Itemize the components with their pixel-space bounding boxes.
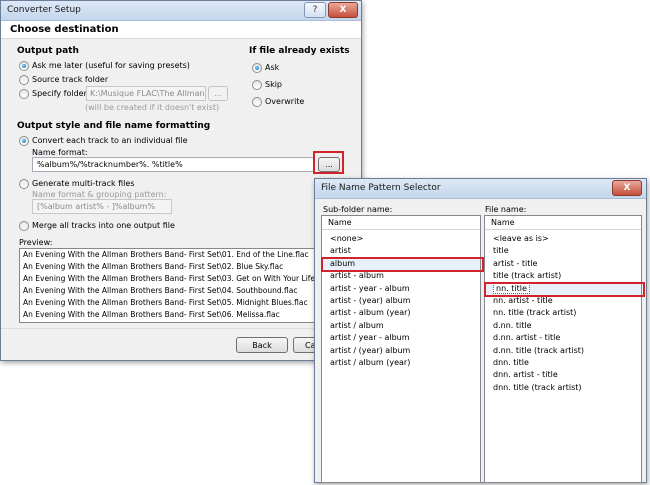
subfolder-items: <none> artist album artist - album artis…: [322, 230, 480, 369]
selector-title-bar[interactable]: File Name Pattern Selector X: [315, 179, 646, 199]
filename-label: File name:: [485, 205, 527, 214]
converter-setup-window: Converter Setup ? X Choose destination O…: [0, 0, 362, 361]
selector-window-title: File Name Pattern Selector: [321, 183, 441, 193]
list-item[interactable]: artist: [322, 245, 480, 257]
name-format-browse-button[interactable]: ...: [318, 157, 340, 172]
preview-row: An Evening With the Allman Brothers Band…: [23, 274, 331, 283]
list-item[interactable]: d.nn. title: [485, 320, 641, 332]
close-button[interactable]: X: [328, 2, 358, 18]
ask-later-radio[interactable]: [19, 61, 29, 71]
list-item[interactable]: dnn. title (track artist): [485, 382, 641, 394]
multi-track-radio[interactable]: [19, 179, 29, 189]
selected-item-text: nn. title: [493, 282, 530, 294]
ask-radio[interactable]: [252, 63, 262, 73]
list-item[interactable]: artist - title: [485, 258, 641, 270]
help-button[interactable]: ?: [304, 2, 326, 18]
list-item[interactable]: artist - album: [322, 270, 480, 282]
preview-label: Preview:: [19, 238, 53, 247]
merge-all-radio[interactable]: [19, 221, 29, 231]
subfolder-label: Sub-folder name:: [323, 205, 393, 214]
list-item[interactable]: artist - (year) album: [322, 295, 480, 307]
back-button[interactable]: Back: [236, 337, 288, 353]
preview-row: An Evening With the Allman Brothers Band…: [23, 298, 308, 307]
folder-create-hint: (will be created if it doesn't exist): [85, 103, 220, 112]
selector-client-area: Sub-folder name: File name: Name <none> …: [315, 199, 646, 483]
list-item[interactable]: nn. artist - title: [485, 295, 641, 307]
converter-title-bar[interactable]: Converter Setup ? X: [1, 1, 361, 21]
list-item[interactable]: <none>: [322, 233, 480, 245]
list-item-selected[interactable]: album: [322, 257, 480, 271]
list-item[interactable]: nn. title (track artist): [485, 307, 641, 319]
page-title: Choose destination: [10, 24, 119, 35]
converter-client-area: Choose destination Output path Ask me la…: [1, 21, 361, 360]
convert-each-radio[interactable]: [19, 136, 29, 146]
source-folder-radio[interactable]: [19, 75, 29, 85]
output-path-label: Output path: [17, 46, 79, 56]
output-style-label: Output style and file name formatting: [17, 121, 211, 131]
name-format-field[interactable]: %album%/%tracknumber%. %title%: [32, 157, 314, 172]
list-item[interactable]: d.nn. artist - title: [485, 332, 641, 344]
list-item[interactable]: artist / album (year): [322, 357, 480, 369]
pattern-selector-window: File Name Pattern Selector X Sub-folder …: [314, 178, 647, 483]
ask-later-label[interactable]: Ask me later (useful for saving presets): [32, 61, 190, 70]
subfolder-column-header[interactable]: Name: [322, 216, 480, 230]
overwrite-label[interactable]: Overwrite: [265, 97, 304, 106]
specify-folder-radio[interactable]: [19, 89, 29, 99]
ask-label[interactable]: Ask: [265, 63, 279, 72]
list-item[interactable]: artist / album: [322, 320, 480, 332]
preview-row: An Evening With the Allman Brothers Band…: [23, 262, 284, 271]
skip-label[interactable]: Skip: [265, 80, 282, 89]
filename-column-header[interactable]: Name: [485, 216, 641, 230]
list-item[interactable]: title: [485, 245, 641, 257]
converter-window-title: Converter Setup: [7, 5, 81, 15]
list-item[interactable]: artist / year - album: [322, 332, 480, 344]
preview-row: An Evening With the Allman Brothers Band…: [23, 286, 298, 295]
list-item[interactable]: artist - year - album: [322, 283, 480, 295]
list-item[interactable]: title (track artist): [485, 270, 641, 282]
name-format-label: Name format:: [32, 148, 88, 157]
bottom-divider: [1, 328, 361, 329]
grouping-label: Name format & grouping pattern:: [32, 190, 167, 199]
selector-close-button[interactable]: X: [612, 180, 642, 196]
list-item-selected[interactable]: nn. title: [485, 282, 641, 295]
filename-items: <leave as is> title artist - title title…: [485, 230, 641, 394]
preview-row: An Evening With the Allman Brothers Band…: [23, 310, 280, 319]
list-item[interactable]: artist / (year) album: [322, 345, 480, 357]
merge-all-label[interactable]: Merge all tracks into one output file: [32, 221, 175, 230]
skip-radio[interactable]: [252, 80, 262, 90]
list-item[interactable]: dnn. title: [485, 357, 641, 369]
filename-list[interactable]: Name <leave as is> title artist - title …: [484, 215, 642, 483]
list-item[interactable]: <leave as is>: [485, 233, 641, 245]
specify-folder-label[interactable]: Specify folder:: [32, 89, 89, 98]
folder-path-field[interactable]: K:\Musique FLAC\The Allman Brot: [86, 86, 206, 101]
overwrite-radio[interactable]: [252, 97, 262, 107]
subfolder-list[interactable]: Name <none> artist album artist - album …: [321, 215, 481, 483]
grouping-field[interactable]: [%album artist% - ]%album%: [32, 199, 172, 214]
list-item[interactable]: dnn. artist - title: [485, 369, 641, 381]
browse-folder-button[interactable]: ...: [208, 86, 228, 101]
preview-row: An Evening With the Allman Brothers Band…: [23, 250, 309, 259]
preview-list[interactable]: An Evening With the Allman Brothers Band…: [19, 248, 341, 323]
list-item[interactable]: d.nn. title (track artist): [485, 345, 641, 357]
source-folder-label[interactable]: Source track folder: [32, 75, 108, 84]
if-exists-label: If file already exists: [249, 46, 350, 56]
list-item[interactable]: artist - album (year): [322, 307, 480, 319]
convert-each-label[interactable]: Convert each track to an individual file: [32, 136, 188, 145]
multi-track-label[interactable]: Generate multi-track files: [32, 179, 135, 188]
